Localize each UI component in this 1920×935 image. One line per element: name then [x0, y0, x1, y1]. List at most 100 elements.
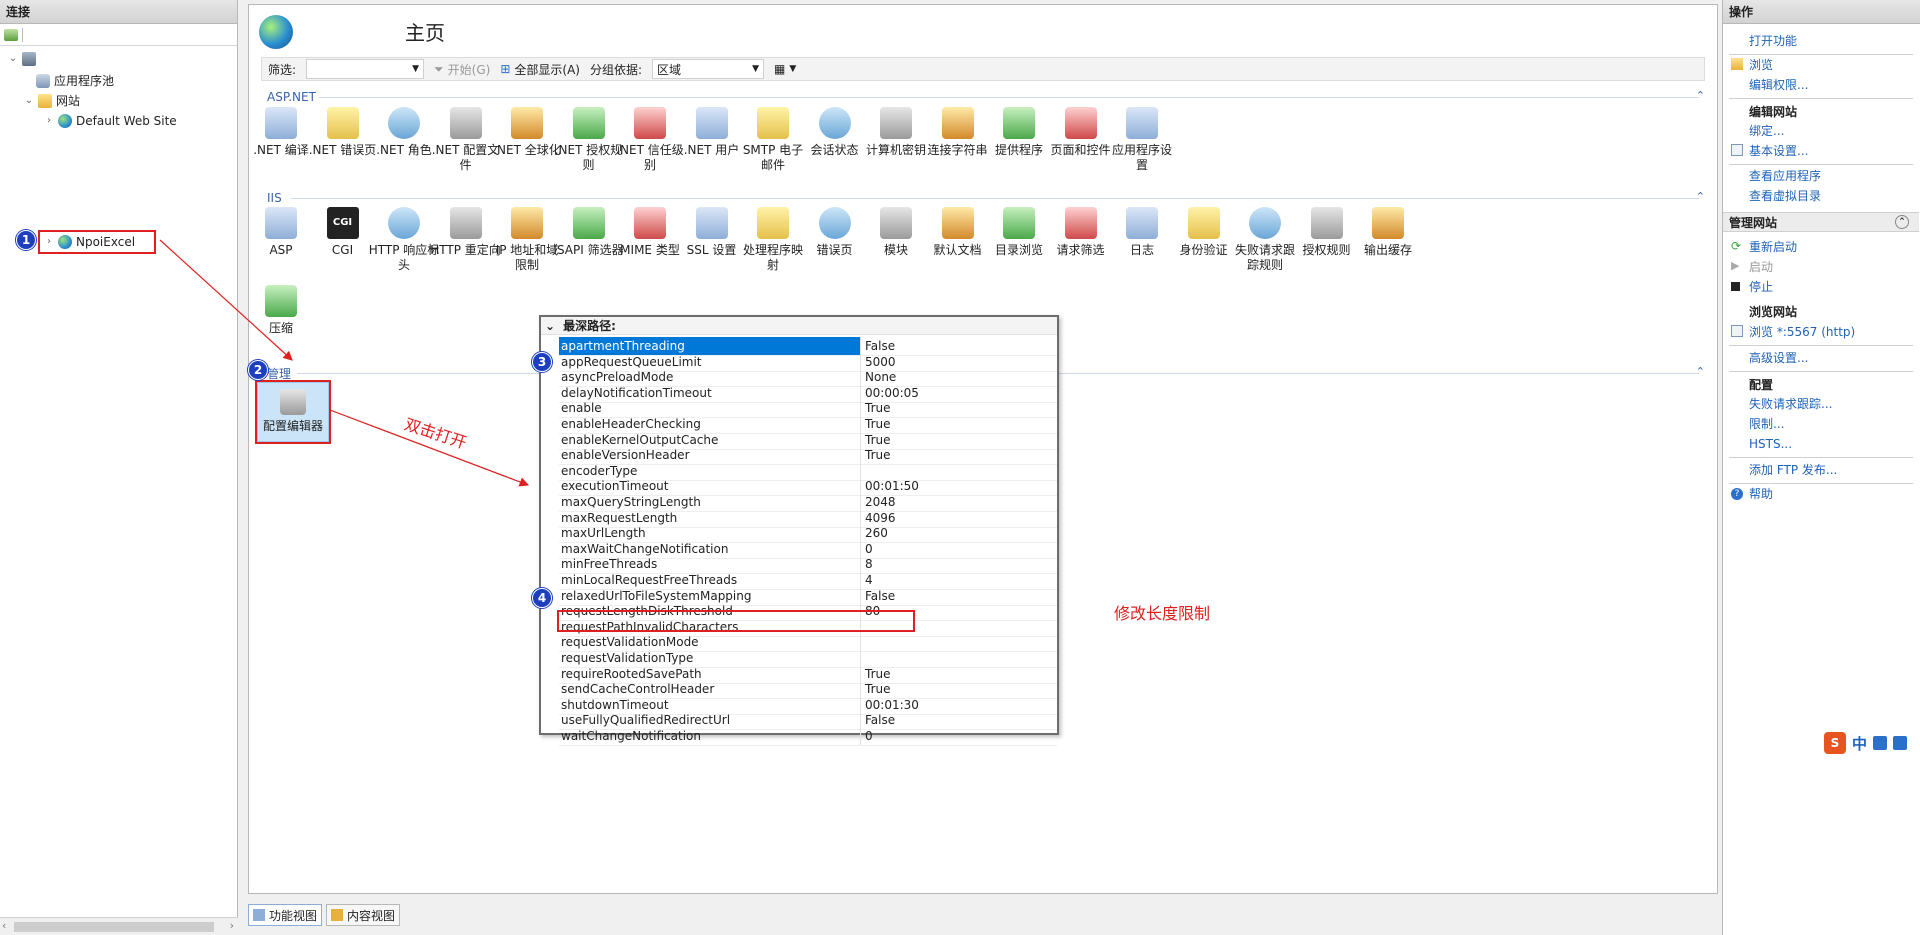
- tree-npoi-site[interactable]: › NpoiExcel: [44, 233, 135, 251]
- collapse-icon[interactable]: ⌃: [1696, 89, 1705, 102]
- highlight-box-max-request-length: [557, 610, 915, 632]
- feature-icon: [1310, 207, 1343, 239]
- feature-item[interactable]: 输出缓存: [1352, 207, 1424, 258]
- browse-folder-icon: [1731, 58, 1743, 70]
- action-view-virtual-dirs[interactable]: 查看虚拟目录: [1749, 188, 1821, 204]
- config-property-grid: ⌄ 最深路径: apartmentThreading False appReques…: [539, 315, 1059, 746]
- grid-row[interactable]: waitChangeNotification 0: [559, 727, 1057, 746]
- action-view-applications[interactable]: 查看应用程序: [1749, 168, 1821, 184]
- restart-icon: ⟳: [1731, 239, 1742, 253]
- feature-icon: [572, 207, 605, 239]
- features-frame: 主页 筛选: ▼ ⏷ 开始(G) ⊞ 全部显示(A) 分组依据: 区域 ▼ ▦ …: [248, 4, 1718, 894]
- action-help[interactable]: 帮助: [1749, 486, 1773, 502]
- section-iis[interactable]: IIS: [267, 190, 282, 206]
- feature-icon: [695, 107, 728, 139]
- feature-icon: [388, 207, 420, 239]
- ime-language[interactable]: 中: [1852, 733, 1867, 754]
- group-by-select[interactable]: 区域 ▼: [652, 59, 765, 79]
- action-edit-permissions[interactable]: 编辑权限...: [1749, 77, 1808, 93]
- action-bindings[interactable]: 绑定...: [1749, 123, 1784, 139]
- feature-icon: [1187, 207, 1220, 239]
- section-management[interactable]: 管理: [267, 365, 291, 381]
- action-advanced-settings[interactable]: 高级设置...: [1749, 350, 1808, 366]
- feature-icon: [880, 207, 912, 239]
- settings-doc-icon: [1731, 144, 1743, 156]
- manage-site-header[interactable]: 管理网站 ⌃: [1723, 212, 1919, 232]
- divider: [1729, 371, 1913, 372]
- show-all-icon: ⊞: [500, 62, 511, 76]
- feature-item[interactable]: 压缩: [245, 285, 317, 336]
- feature-label-line2: 别: [643, 158, 656, 172]
- action-browse-port[interactable]: 浏览 *:5567 (http): [1749, 324, 1855, 340]
- show-all-button[interactable]: ⊞ 全部显示(A): [500, 61, 580, 78]
- chevron-down-icon[interactable]: ⌄: [24, 92, 34, 110]
- divider: [1729, 164, 1913, 165]
- tab-feature-view[interactable]: 功能视图: [248, 904, 323, 926]
- feature-icon: [572, 107, 605, 139]
- action-stop[interactable]: 停止: [1749, 279, 1773, 295]
- property-value[interactable]: 0: [861, 727, 873, 745]
- ime-keyboard-icon[interactable]: [1873, 736, 1888, 750]
- feature-icon: [265, 107, 297, 139]
- highlight-box-config-editor: [255, 380, 331, 444]
- feature-icon: [388, 107, 420, 139]
- tree-label: 网站: [56, 94, 81, 108]
- ime-menu-icon[interactable]: [1893, 736, 1908, 750]
- start-filter-button[interactable]: ⏷ 开始(G): [434, 61, 490, 78]
- connect-icon[interactable]: [4, 28, 18, 41]
- action-hsts[interactable]: HSTS...: [1749, 436, 1792, 452]
- chevron-down-icon[interactable]: ⌄: [545, 317, 555, 334]
- feature-icon: [265, 285, 297, 317]
- action-add-ftp[interactable]: 添加 FTP 发布...: [1749, 462, 1837, 478]
- action-failed-request-tracing[interactable]: 失败请求跟踪...: [1749, 396, 1832, 412]
- collapse-icon[interactable]: ⌃: [1696, 365, 1705, 378]
- site-globe-icon: [259, 15, 293, 49]
- scrollbar-thumb[interactable]: [14, 922, 214, 932]
- connections-toolbar: [0, 24, 237, 46]
- tree-server-node[interactable]: ⌄: [8, 50, 36, 68]
- sites-folder-icon: [38, 94, 52, 108]
- browse-site-heading: 浏览网站: [1749, 305, 1798, 319]
- feature-icon: [326, 107, 359, 139]
- chevron-down-icon[interactable]: ⌄: [8, 50, 18, 68]
- divider: [1729, 345, 1913, 346]
- scroll-left-icon[interactable]: ‹: [2, 919, 6, 932]
- collapse-icon[interactable]: ⌃: [1895, 215, 1909, 229]
- feature-icon: [818, 107, 851, 139]
- action-restart[interactable]: 重新启动: [1749, 239, 1797, 255]
- divider: [1729, 457, 1913, 458]
- annotation-badge-1: 1: [16, 230, 36, 250]
- feature-icon: [941, 107, 974, 139]
- scroll-right-icon[interactable]: ›: [230, 919, 234, 932]
- actions-title: 操作: [1723, 0, 1920, 24]
- feature-item[interactable]: 应用程序设置: [1106, 107, 1178, 173]
- tree-label: NpoiExcel: [76, 235, 136, 249]
- tree-sites[interactable]: ⌄ 网站: [24, 92, 80, 110]
- divider: [1729, 54, 1913, 55]
- action-browse[interactable]: 浏览: [1749, 57, 1773, 73]
- grid-header[interactable]: ⌄ 最深路径:: [541, 317, 1057, 335]
- feature-view-icon: [253, 909, 265, 921]
- tree-default-web-site[interactable]: › Default Web Site: [44, 112, 177, 130]
- center-pane: 主页 筛选: ▼ ⏷ 开始(G) ⊞ 全部显示(A) 分组依据: 区域 ▼ ▦ …: [244, 0, 1722, 935]
- tree-app-pools[interactable]: 应用程序池: [36, 72, 114, 90]
- feature-icon: [880, 107, 912, 139]
- chevron-right-icon[interactable]: ›: [44, 112, 54, 130]
- section-aspnet[interactable]: ASP.NET: [267, 89, 316, 105]
- horizontal-scrollbar[interactable]: ‹ ›: [0, 917, 238, 935]
- section-iis-label: IIS: [267, 191, 282, 205]
- view-toggle-button[interactable]: ▦ ▼: [774, 62, 796, 76]
- action-limits[interactable]: 限制...: [1749, 416, 1784, 432]
- feature-icon: [695, 207, 728, 239]
- feature-icon: [511, 107, 543, 139]
- action-open-feature[interactable]: 打开功能: [1749, 33, 1797, 49]
- action-basic-settings[interactable]: 基本设置...: [1749, 143, 1808, 159]
- group-by-label: 分组依据:: [589, 62, 643, 77]
- ime-toolbar[interactable]: S 中: [1824, 732, 1908, 754]
- tab-content-view[interactable]: 内容视图: [326, 904, 401, 926]
- content-view-icon: [331, 909, 344, 921]
- action-start[interactable]: 启动: [1749, 259, 1773, 275]
- filter-input[interactable]: ▼: [306, 59, 425, 79]
- chevron-right-icon[interactable]: ›: [44, 233, 54, 251]
- collapse-icon[interactable]: ⌃: [1696, 190, 1705, 203]
